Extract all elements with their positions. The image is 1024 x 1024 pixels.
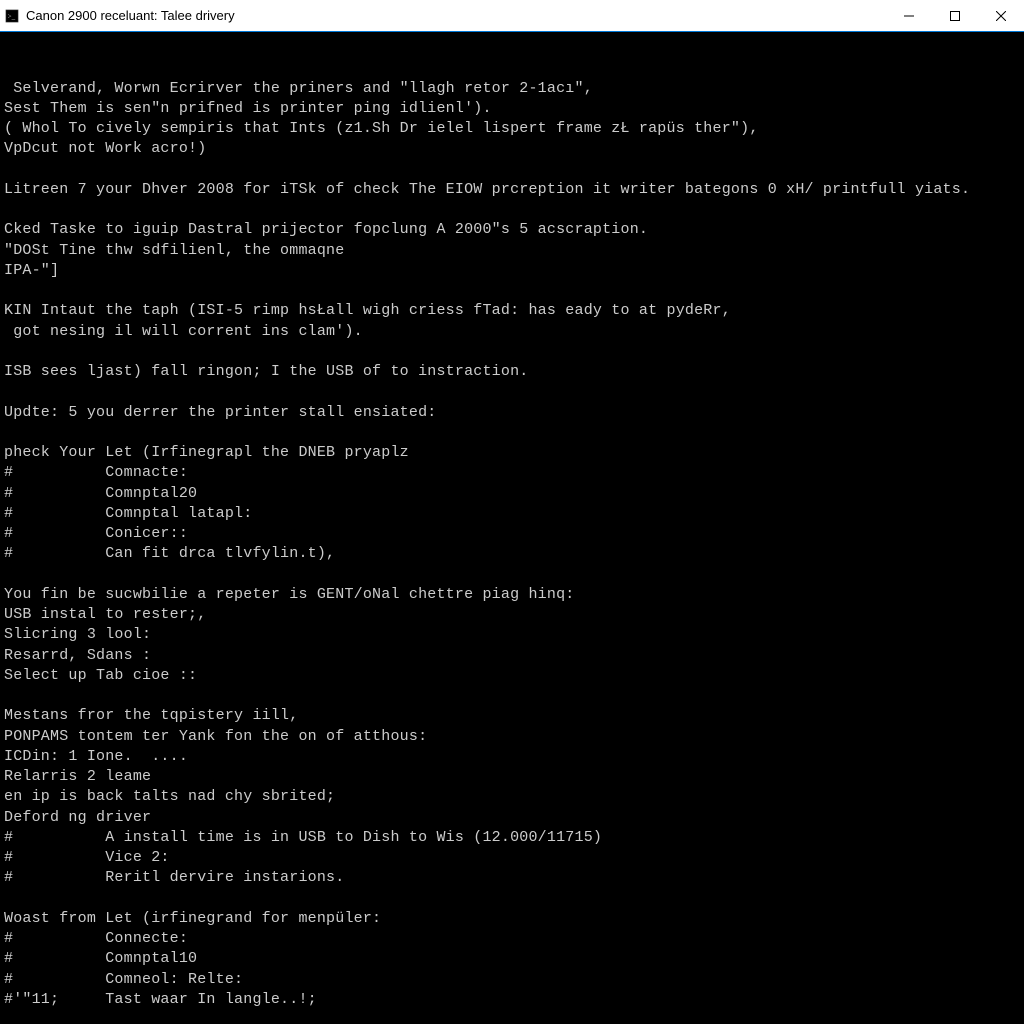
- window-controls: [886, 0, 1024, 31]
- app-icon: >_: [4, 8, 20, 24]
- svg-text:>_: >_: [8, 12, 16, 20]
- titlebar-left: >_ Canon 2900 receluant: Talee drivery: [4, 8, 235, 24]
- terminal-content: Selverand, Worwn Ecrirver the priners an…: [4, 79, 1020, 1024]
- minimize-button[interactable]: [886, 0, 932, 31]
- terminal-body[interactable]: Selverand, Worwn Ecrirver the priners an…: [0, 32, 1024, 1024]
- window-title: Canon 2900 receluant: Talee drivery: [26, 8, 235, 23]
- titlebar[interactable]: >_ Canon 2900 receluant: Talee drivery: [0, 0, 1024, 32]
- application-window: >_ Canon 2900 receluant: Talee drivery S…: [0, 0, 1024, 1024]
- maximize-button[interactable]: [932, 0, 978, 31]
- close-button[interactable]: [978, 0, 1024, 31]
